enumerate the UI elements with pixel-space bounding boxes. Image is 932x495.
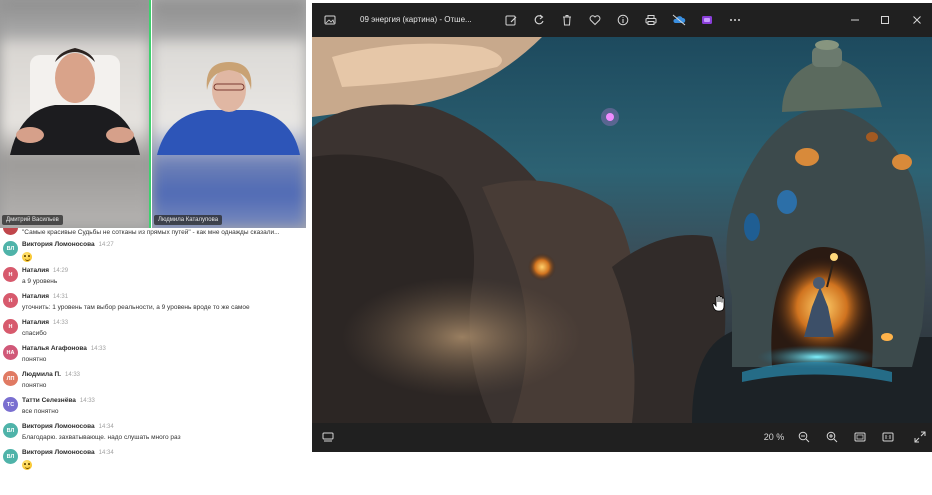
message-header: Виктория Ломоносова 14:34 xyxy=(22,449,114,456)
edit-image-icon[interactable] xyxy=(503,12,519,28)
smiling-emoji-icon xyxy=(22,252,32,262)
avatar: ВЛ xyxy=(3,241,18,256)
info-icon[interactable] xyxy=(615,12,631,28)
message-time: 14:33 xyxy=(64,372,80,378)
avatar: ЛП xyxy=(3,371,18,386)
minimize-icon[interactable] xyxy=(847,12,863,28)
speaker-video xyxy=(10,48,140,155)
active-speaker-border xyxy=(149,0,151,228)
participant-name: Дмитрий Васильев xyxy=(2,215,63,225)
chat-message: ВЛ Виктория Ломоносова 14:34 Благодарю. зах… xyxy=(0,422,306,448)
message-header: Людмила П. 14:33 xyxy=(22,371,80,378)
chat-message: ЛП Людмила П. 14:33 понятно xyxy=(0,370,306,396)
message-author[interactable]: Виктория Ломоносова xyxy=(22,423,95,430)
chat-message: Н Наталия 14:33 спасибо xyxy=(0,318,306,344)
avatar: Н xyxy=(3,319,18,334)
zoom-out-icon[interactable] xyxy=(796,429,812,445)
chat-message-list: "Самые красивые Судьбы не сотканы из пря… xyxy=(0,228,306,474)
laughing-emoji-icon xyxy=(22,460,32,470)
message-author[interactable]: Виктория Ломоносова xyxy=(22,449,95,456)
chat-message: ТС Татти Селезнёва 14:33 все понятно xyxy=(0,396,306,422)
message-time: 14:31 xyxy=(53,294,69,300)
title-bar: 09 энергия (картина) - Отше... xyxy=(312,3,932,37)
message-header: Наталия 14:29 xyxy=(22,267,68,274)
message-author[interactable]: Людмила П. xyxy=(22,371,61,378)
message-author[interactable]: Наталья Агафонова xyxy=(22,345,87,352)
message-header: Наталья Агафонова 14:33 xyxy=(22,345,106,352)
message-author[interactable]: Наталия xyxy=(22,319,49,326)
screen: Дмитрий Васильев Людмила Каталупова "Сам… xyxy=(0,0,932,495)
image-viewer[interactable] xyxy=(312,37,932,423)
print-icon[interactable] xyxy=(643,12,659,28)
message-author[interactable]: Наталия xyxy=(22,293,49,300)
message-text: понятно xyxy=(22,382,47,389)
zoom-in-icon[interactable] xyxy=(824,429,840,445)
chat-message: ВЛ Виктория Ломоносова 14:27 xyxy=(0,240,306,266)
avatar xyxy=(3,228,18,235)
message-author[interactable]: Наталия xyxy=(22,267,49,274)
message-author[interactable]: Татти Селезнёва xyxy=(22,397,76,404)
message-text xyxy=(22,460,32,472)
cloud-icon[interactable] xyxy=(671,12,687,28)
zoom-level: 20 % xyxy=(763,432,785,442)
avatar: ВЛ xyxy=(3,423,18,438)
video-tile-participant[interactable]: Людмила Каталупова xyxy=(152,0,306,228)
message-time: 14:34 xyxy=(98,424,114,430)
message-text: Благодарю. захватывающе. надо слушать мн… xyxy=(22,434,181,441)
delete-icon[interactable] xyxy=(559,12,575,28)
chat-message: Н Наталия 14:31 уточнить: 1 уровень там выб… xyxy=(0,292,306,318)
message-text xyxy=(22,252,32,264)
participant-name: Людмила Каталупова xyxy=(154,215,223,225)
message-header: Татти Селезнёва 14:33 xyxy=(22,397,95,404)
more-icon[interactable] xyxy=(727,12,743,28)
message-text: "Самые красивые Судьбы не сотканы из пря… xyxy=(22,229,280,236)
avatar: НА xyxy=(3,345,18,360)
message-header: Наталия 14:31 xyxy=(22,293,68,300)
message-text: все понятно xyxy=(22,408,59,415)
message-time: 14:29 xyxy=(53,268,69,274)
fantasy-painting xyxy=(312,37,932,423)
chat-message: ВЛ Виктория Ломоносова 14:34 xyxy=(0,448,306,474)
chat-panel[interactable]: "Самые красивые Судьбы не сотканы из пря… xyxy=(0,228,306,495)
video-tile-speaker[interactable]: Дмитрий Васильев xyxy=(0,0,150,228)
avatar: ТС xyxy=(3,397,18,412)
participant-video xyxy=(157,62,300,155)
fit-to-window-icon[interactable] xyxy=(852,429,868,445)
clipchamp-icon[interactable] xyxy=(699,12,715,28)
chat-message: НА Наталья Агафонова 14:33 понятно xyxy=(0,344,306,370)
message-header: Виктория Ломоносова 14:34 xyxy=(22,423,114,430)
message-author[interactable]: Виктория Ломоносова xyxy=(22,241,95,248)
close-icon[interactable] xyxy=(909,12,925,28)
message-time: 14:33 xyxy=(90,346,106,352)
message-text: а 9 уровень xyxy=(22,278,58,285)
message-time: 14:34 xyxy=(98,450,114,456)
message-time: 14:27 xyxy=(98,242,114,248)
chat-message: "Самые красивые Судьбы не сотканы из пря… xyxy=(0,228,306,240)
maximize-icon[interactable] xyxy=(877,12,893,28)
chat-message: Н Наталия 14:29 а 9 уровень xyxy=(0,266,306,292)
desktop-background xyxy=(312,452,932,495)
window-title: 09 энергия (картина) - Отше... xyxy=(360,15,472,24)
filmstrip-icon[interactable] xyxy=(320,429,336,445)
actual-size-icon[interactable] xyxy=(880,429,896,445)
message-text: спасибо xyxy=(22,330,47,337)
fullscreen-icon[interactable] xyxy=(912,429,928,445)
photos-app-icon xyxy=(322,12,338,28)
message-text: понятно xyxy=(22,356,47,363)
message-time: 14:33 xyxy=(79,398,95,404)
avatar: Н xyxy=(3,267,18,282)
message-text: уточнить: 1 уровень там выбор реальности… xyxy=(22,304,250,311)
photos-window: 09 энергия (картина) - Отше... 20 % xyxy=(312,3,932,452)
message-header: Виктория Ломоносова 14:27 xyxy=(22,241,114,248)
rotate-icon[interactable] xyxy=(531,12,547,28)
message-time: 14:33 xyxy=(53,320,69,326)
heart-icon[interactable] xyxy=(587,12,603,28)
avatar: Н xyxy=(3,293,18,308)
avatar: ВЛ xyxy=(3,449,18,464)
message-header: Наталия 14:33 xyxy=(22,319,68,326)
status-bar: 20 % xyxy=(312,423,932,452)
hand-cursor-icon xyxy=(712,295,726,318)
